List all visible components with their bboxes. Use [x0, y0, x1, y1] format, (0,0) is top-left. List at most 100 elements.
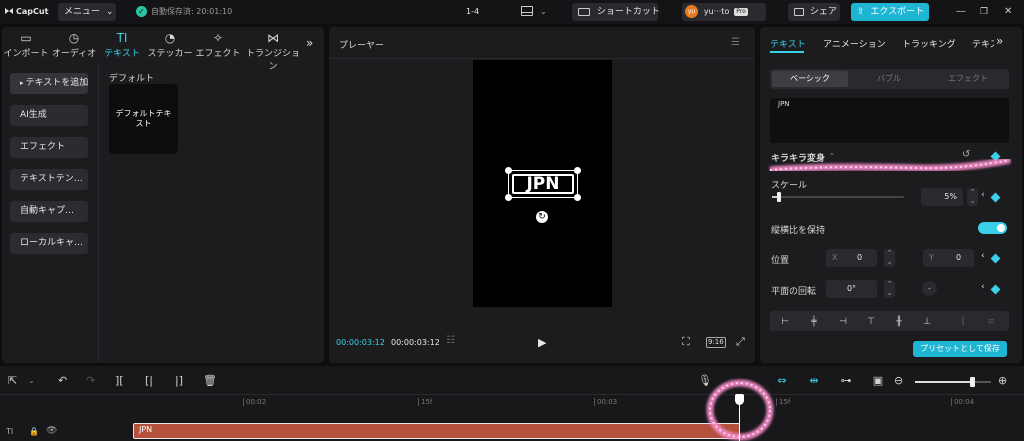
preview-axis-icon[interactable]: ⊶ [838, 374, 854, 388]
undo-icon[interactable]: ↶ [58, 374, 67, 388]
more-tabs-icon[interactable]: » [306, 36, 313, 50]
sidebar-item-local-caption[interactable]: ローカルキャ… [10, 233, 88, 254]
sidebar-item-effect[interactable]: エフェクト [10, 137, 88, 158]
shortcut-button[interactable]: ショートカット [572, 3, 660, 21]
menu-button[interactable]: メニュー ⌄ [58, 3, 116, 21]
align-center-h-icon[interactable]: ╪ [808, 317, 820, 327]
layout-chevron-down-icon[interactable]: ⌄ [540, 0, 547, 24]
rotate-handle-icon[interactable]: ↻ [536, 211, 548, 223]
resize-handle-bl[interactable] [505, 194, 512, 201]
export-button[interactable]: ⇪ エクスポート [851, 3, 929, 21]
autosave-status: 自動保存済: 20:01:10 [151, 7, 233, 16]
rotation-dial-icon[interactable]: - [922, 281, 937, 296]
align-bottom-icon[interactable]: ⊥ [921, 317, 933, 327]
distribute-h-icon[interactable]: ⫿ [957, 317, 969, 327]
zoom-slider[interactable] [915, 377, 991, 387]
capcut-logo-icon [4, 6, 14, 16]
align-left-icon[interactable]: ⊢ [779, 317, 791, 327]
sidebar-item-auto-caption[interactable]: 自動キャプ… [10, 201, 88, 222]
scale-prev-keyframe-icon[interactable]: ‹ [981, 190, 985, 200]
track-visibility-icon[interactable]: 👁 [46, 426, 57, 436]
keep-ratio-toggle[interactable] [978, 222, 1007, 234]
scale-stepper[interactable]: ⌃ ⌄ [967, 188, 978, 206]
player-menu-icon[interactable]: ☰ [731, 37, 740, 48]
ruler-tick [418, 398, 419, 406]
more-tabs-right-icon[interactable]: » [996, 34, 1003, 48]
zoom-slider-thumb[interactable] [970, 377, 975, 387]
resize-handle-tr[interactable] [574, 167, 581, 174]
position-x-input[interactable]: X 0 [826, 249, 877, 267]
share-button[interactable]: シェア [788, 3, 840, 21]
scale-slider-thumb[interactable] [776, 192, 781, 202]
play-icon[interactable]: ▶ [538, 336, 546, 349]
tab-import[interactable]: ▭ インポート [2, 31, 50, 59]
tab-effect[interactable]: ✧ エフェクト [194, 31, 242, 59]
rotation-prev-keyframe-icon[interactable]: ‹ [981, 282, 985, 292]
split-icon[interactable]: ][ [115, 374, 124, 388]
text-content-input[interactable]: JPN [770, 98, 1009, 143]
tab-inspector-text[interactable]: テキスト [770, 37, 806, 50]
tab-transition[interactable]: ⋈ トランジション [242, 31, 304, 72]
minimize-icon[interactable]: — [956, 0, 966, 24]
rotation-stepper[interactable]: ⌃ ⌄ [884, 280, 895, 298]
tab-sticker[interactable]: ◔ ステッカー [146, 31, 194, 59]
select-cursor-icon[interactable]: ⇱ [8, 374, 17, 388]
tab-inspector-animation[interactable]: アニメーション [823, 37, 886, 50]
subtab-bubble[interactable]: バブル [851, 71, 927, 87]
align-right-icon[interactable]: ⊣ [837, 317, 849, 327]
close-icon[interactable]: ✕ [1004, 0, 1012, 24]
resize-handle-br[interactable] [574, 194, 581, 201]
aspect-ratio-button[interactable]: 9:16 [706, 337, 726, 348]
menu-label: メニュー [64, 7, 101, 17]
rotation-label: 平面の回転 [771, 287, 817, 297]
sidebar-item-text-template[interactable]: テキストテン… [10, 169, 88, 190]
project-name[interactable]: 1-4 [466, 0, 479, 24]
scale-input[interactable]: 5% [921, 188, 963, 206]
subtab-basic[interactable]: ベーシック [772, 71, 848, 87]
redo-icon[interactable]: ↷ [86, 374, 95, 388]
layout-icon[interactable] [521, 6, 533, 16]
save-preset-button[interactable]: プリセットとして保存 [913, 341, 1007, 357]
subtab-effect[interactable]: エフェクト [930, 71, 1006, 87]
track-lock-icon[interactable]: 🔒 [29, 427, 39, 436]
canvas-text: JPN [512, 174, 574, 194]
playhead-handle[interactable] [735, 394, 744, 405]
scale-slider[interactable] [772, 192, 904, 202]
text-selection-box[interactable]: JPN [505, 167, 581, 201]
tab-text[interactable]: TI テキスト [98, 31, 146, 59]
position-x-stepper[interactable]: ⌃ ⌄ [884, 249, 895, 267]
zoom-out-icon[interactable]: ⊖ [894, 374, 903, 388]
caption-icon[interactable]: ▣ [870, 374, 886, 388]
cursor-mode-chevron-icon[interactable]: ⌄ [28, 374, 35, 388]
export-label: エクスポート [870, 7, 925, 17]
share-icon [794, 7, 804, 16]
waveform-icon[interactable]: ☷ [446, 335, 455, 346]
sidebar-divider [98, 62, 99, 362]
distribute-v-icon[interactable]: ≡ [985, 317, 997, 327]
sidebar-item-add-text[interactable]: ▸ テキストを追加 [10, 73, 88, 94]
fullscreen-crop-icon[interactable]: ⛶ [682, 335, 690, 349]
position-prev-keyframe-icon[interactable]: ‹ [981, 251, 985, 261]
default-text-card[interactable]: デフォルトテキスト [109, 84, 178, 154]
magnet-link-icon[interactable]: ⇹ [806, 374, 822, 388]
delete-icon[interactable]: 🗑 [203, 374, 217, 388]
default-section-title: デフォルト [109, 74, 155, 84]
tab-inspector-tracking[interactable]: トラッキング [902, 37, 956, 50]
user-account-button[interactable]: yu yu···to Pro [682, 3, 766, 21]
position-y-input[interactable]: Y 0 [923, 249, 974, 267]
align-top-icon[interactable]: ⊤ [865, 317, 877, 327]
restore-icon[interactable]: ❐ [980, 0, 988, 24]
zoom-in-icon[interactable]: ⊕ [998, 374, 1007, 388]
align-middle-v-icon[interactable]: ╫ [893, 317, 905, 327]
text-clip[interactable]: JPN [133, 423, 740, 439]
rotation-input[interactable]: 0° [826, 280, 877, 298]
tab-inspector-more-text[interactable]: テキス [972, 37, 994, 50]
tab-audio[interactable]: ◷ オーディオ [50, 31, 98, 59]
split-right-icon[interactable]: |] [175, 374, 183, 388]
video-canvas[interactable]: JPN ↻ [473, 60, 612, 307]
expand-icon[interactable]: ⤢ [736, 335, 745, 349]
split-left-icon[interactable]: [| [145, 374, 153, 388]
resize-handle-tl[interactable] [505, 167, 512, 174]
position-y-value: 0 [956, 253, 962, 262]
sidebar-item-ai-generate[interactable]: AI生成 [10, 105, 88, 126]
